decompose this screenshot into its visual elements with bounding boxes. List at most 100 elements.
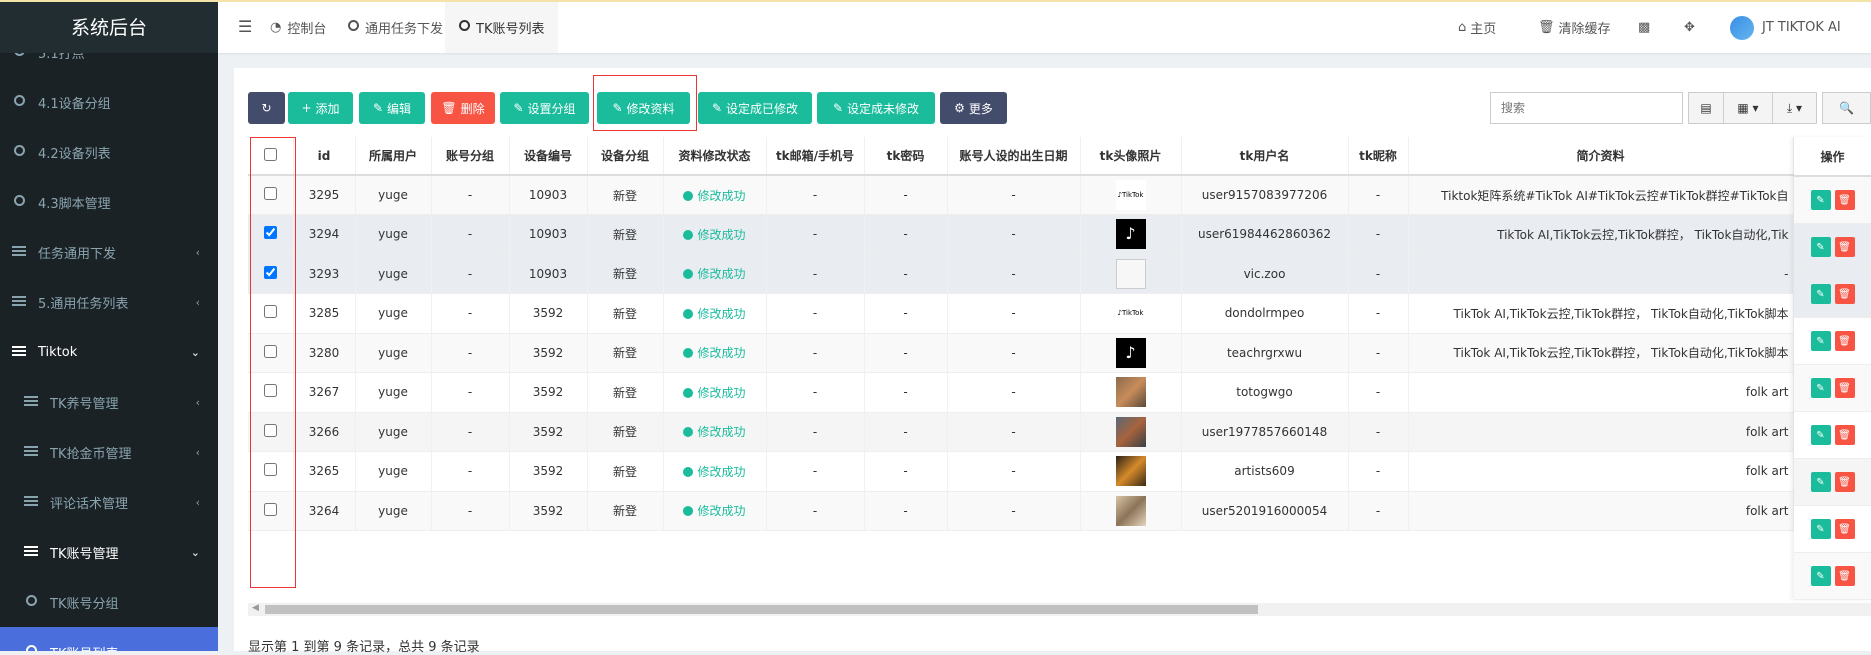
set-group-button[interactable]: ✎ 设置分组 (500, 92, 589, 124)
user-menu[interactable]: JT TIKTOK AI (1730, 2, 1841, 53)
row-checkbox[interactable] (263, 187, 277, 200)
sidebar-item[interactable]: 评论话术管理 ‹ (0, 477, 218, 527)
plus-icon: + (301, 101, 312, 115)
row-edit-button[interactable]: ✎ (1810, 425, 1831, 445)
row-delete-button[interactable]: 🗑 (1834, 566, 1855, 586)
row-checkbox[interactable] (263, 226, 277, 240)
cell-email: - (766, 333, 865, 373)
home-link[interactable]: ⌂ 主页 (1458, 2, 1496, 53)
sidebar-item[interactable]: TK养号管理 ‹ (0, 377, 218, 427)
refresh-icon: ↻ (261, 101, 272, 115)
set-modified-button[interactable]: ✎ 设定成已修改 (698, 92, 812, 124)
search-button[interactable]: 🔍 (1822, 92, 1871, 124)
sidebar-item[interactable]: TK账号管理 ⌄ (0, 527, 218, 577)
column-header[interactable]: tk邮箱/手机号 (766, 137, 865, 176)
column-header[interactable]: tk头像照片 (1080, 137, 1182, 176)
cell-email: - (766, 412, 865, 452)
cell-user: yuge (355, 451, 432, 492)
column-header[interactable]: tk昵称 (1348, 137, 1409, 176)
refresh-button[interactable]: ↻ (248, 92, 285, 124)
row-checkbox[interactable] (263, 384, 277, 398)
row-edit-button[interactable]: ✎ (1810, 190, 1831, 210)
horizontal-scrollbar[interactable]: ◀ (248, 603, 1871, 616)
row-checkbox[interactable] (263, 265, 277, 279)
row-delete-button[interactable]: 🗑 (1834, 237, 1855, 257)
table-row[interactable]: 3294 yuge -10903 新登 修改成功 - - - ♪ user619844628603… (248, 214, 1871, 255)
row-delete-button[interactable]: 🗑 (1834, 190, 1855, 210)
sidebar-item[interactable]: 4.1设备分组 (0, 77, 218, 127)
column-header[interactable]: 设备分组 (587, 137, 664, 176)
column-header[interactable]: 所属用户 (355, 137, 432, 176)
cell-intro: TikTok AI,TikTok云控,TikTok群控， TikTok自动化,T… (1408, 333, 1794, 373)
table-row[interactable]: 3264 yuge -3592 新登 修改成功 - - - user5201916000054-… (248, 491, 1871, 531)
scroll-left-icon[interactable]: ◀ (252, 603, 259, 613)
row-edit-button[interactable]: ✎ (1810, 566, 1831, 586)
row-edit-button[interactable]: ✎ (1810, 284, 1831, 304)
table-row[interactable]: 3267 yuge -3592 新登 修改成功 - - - totogwgo - folk art (248, 372, 1871, 413)
table-row[interactable]: 3285 yuge -3592 新登 修改成功 - - - ♪TikTok dondolrmpeo… (248, 293, 1871, 334)
language-icon[interactable]: ▩ (1638, 2, 1650, 53)
avatar (1730, 15, 1754, 40)
table-row[interactable]: 3266 yuge -3592 新登 修改成功 - - - user1977857660148-… (248, 412, 1871, 452)
table-row[interactable]: 3293 yuge -10903 新登 修改成功 - - - vic.zoo - - (248, 254, 1871, 294)
more-button[interactable]: ⚙ 更多 (940, 92, 1007, 124)
sidebar-item[interactable]: 4.2设备列表 (0, 127, 218, 177)
sidebar-item[interactable]: TK账号列表 (0, 627, 218, 651)
column-header[interactable]: tk用户名 (1181, 137, 1349, 176)
column-header[interactable]: 账号分组 (431, 137, 510, 176)
table-row[interactable]: 3265 yuge -3592 新登 修改成功 - - - artists609- folk ar… (248, 451, 1871, 492)
toggle-view-button[interactable]: ▤ (1688, 92, 1724, 124)
modify-profile-button[interactable]: ✎ 修改资料 (597, 92, 690, 124)
cell-nick: - (1348, 175, 1409, 215)
sidebar-item[interactable]: 5.通用任务列表 ‹ (0, 277, 218, 327)
column-header[interactable]: 资料修改状态 (663, 137, 767, 176)
row-edit-button[interactable]: ✎ (1810, 519, 1831, 539)
row-checkbox[interactable] (263, 305, 277, 319)
column-header[interactable]: 设备编号 (509, 137, 588, 176)
columns-button[interactable]: ▦ ▾ (1723, 92, 1773, 124)
set-unmodified-button[interactable]: ✎ 设定成未修改 (817, 92, 935, 124)
clear-cache-link[interactable]: 🗑 清除缓存 (1538, 2, 1611, 53)
tab-2[interactable]: TK账号列表 (445, 2, 559, 53)
search-input[interactable] (1490, 92, 1683, 124)
column-header[interactable]: 简介资料 (1408, 137, 1794, 176)
row-delete-button[interactable]: 🗑 (1834, 378, 1855, 398)
row-edit-button[interactable]: ✎ (1810, 331, 1831, 351)
row-delete-button[interactable]: 🗑 (1834, 519, 1855, 539)
row-edit-button[interactable]: ✎ (1810, 237, 1831, 257)
circle-icon (22, 644, 40, 651)
row-edit-button[interactable]: ✎ (1810, 378, 1831, 398)
row-delete-button[interactable]: 🗑 (1834, 284, 1855, 304)
delete-button[interactable]: 🗑 删除 (431, 92, 495, 124)
column-header[interactable]: id (293, 137, 356, 176)
row-checkbox[interactable] (263, 502, 277, 516)
row-checkbox[interactable] (263, 423, 277, 437)
column-header[interactable]: tk密码 (864, 137, 948, 176)
add-button[interactable]: + 添加 (288, 92, 353, 124)
cell-user: yuge (355, 412, 432, 452)
fullscreen-icon[interactable]: ✥ (1684, 2, 1695, 53)
row-checkbox[interactable] (263, 344, 277, 358)
row-delete-button[interactable]: 🗑 (1834, 425, 1855, 445)
row-delete-button[interactable]: 🗑 (1834, 472, 1855, 492)
sidebar-item[interactable]: 4.3脚本管理 (0, 177, 218, 227)
row-checkbox[interactable] (263, 463, 277, 477)
tab-1[interactable]: 通用任务下发 (334, 2, 457, 53)
sidebar-item[interactable]: TK账号分组 (0, 577, 218, 627)
table-row[interactable]: 3295 yuge -10903 新登 修改成功 - - - ♪TikTok user915708… (248, 175, 1871, 215)
menu-toggle-icon[interactable]: ☰ (238, 17, 252, 36)
table-row[interactable]: 3280 yuge -3592 新登 修改成功 - - - ♪ teachrgrxwu - TikTo… (248, 333, 1871, 373)
scrollbar-thumb[interactable] (265, 605, 1258, 614)
edit-button[interactable]: ✎ 编辑 (359, 92, 425, 124)
sidebar-item[interactable]: Tiktok ⌄ (0, 327, 218, 377)
column-header[interactable]: 账号人设的出生日期 (947, 137, 1081, 176)
sidebar-item[interactable]: TK抢金币管理 ‹ (0, 427, 218, 477)
sidebar-item[interactable]: 任务通用下发 ‹ (0, 227, 218, 277)
cell-dgroup: 新登 (587, 451, 664, 492)
cell-username: artists609 (1181, 451, 1349, 492)
tab-0[interactable]: ◔ 控制台 (256, 2, 340, 53)
select-all-checkbox[interactable] (263, 147, 277, 161)
row-delete-button[interactable]: 🗑 (1834, 331, 1855, 351)
row-edit-button[interactable]: ✎ (1810, 472, 1831, 492)
export-button[interactable]: ⤓ ▾ (1772, 92, 1817, 124)
